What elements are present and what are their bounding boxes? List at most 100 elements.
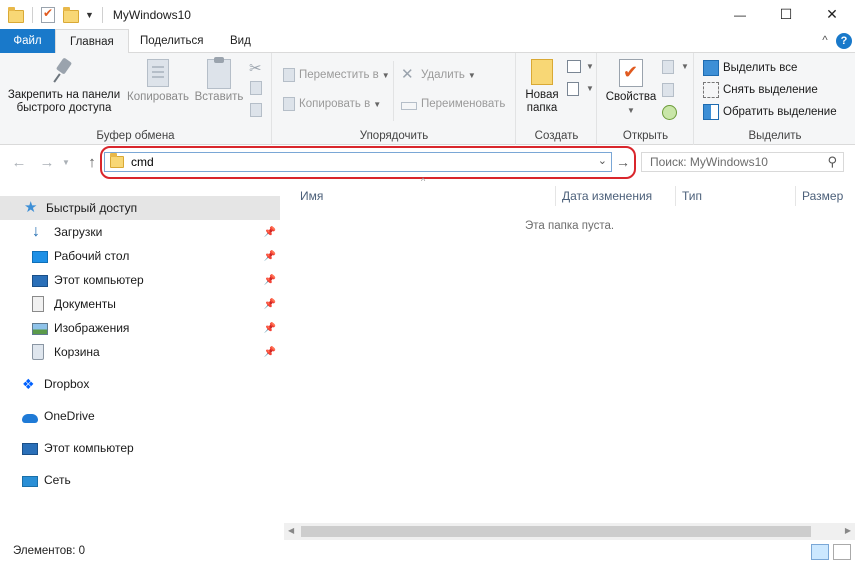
select-all-button[interactable]: Выделить все	[703, 58, 797, 78]
back-button[interactable]: ←	[9, 153, 29, 173]
pin-icon[interactable]: 📌	[264, 299, 276, 310]
customize-quick-access-icon[interactable]: ▼	[85, 10, 94, 20]
close-button[interactable]: ✕	[809, 0, 855, 29]
forward-button[interactable]: →	[37, 153, 57, 173]
arrow-right-icon: →	[39, 154, 55, 171]
properties-quick-icon[interactable]: ✔	[41, 6, 55, 23]
group-label-open: Открыть	[622, 130, 669, 142]
select-none-label: Снять выделение	[723, 84, 818, 96]
minimize-button[interactable]: —	[717, 0, 763, 29]
new-item-dropdown-icon[interactable]: ▼	[586, 62, 594, 71]
ribbon-tabs: Файл Главная Поделиться Вид ^ ?	[0, 29, 855, 54]
recycle-bin-icon	[32, 344, 44, 360]
group-open: Свойства ▼ ▼ Открыть	[598, 53, 694, 145]
sort-arrow-icon: ^	[421, 176, 426, 186]
rename-button[interactable]: Переименовать	[401, 94, 505, 114]
desktop-icon	[32, 251, 48, 263]
pin-label-line1: Закрепить на панели	[7, 89, 121, 101]
new-item-icon[interactable]	[567, 60, 581, 73]
copy-icon	[147, 59, 169, 87]
column-header-size[interactable]: Размер	[796, 186, 855, 206]
separator	[32, 6, 33, 23]
nav-item-recycle-bin[interactable]: Корзина 📌	[0, 340, 280, 364]
group-select: Выделить все Снять выделение Обратить вы…	[695, 53, 855, 145]
collapse-ribbon-icon[interactable]: ^	[816, 29, 834, 53]
nav-item-quick-access[interactable]: ★ Быстрый доступ	[0, 196, 280, 220]
search-placeholder: Поиск: MyWindows10	[650, 155, 768, 169]
nav-label: Рабочий стол	[54, 249, 130, 263]
scrollbar-thumb[interactable]	[301, 526, 811, 537]
up-button[interactable]: ↑	[82, 153, 102, 173]
nav-item-onedrive[interactable]: OneDrive	[0, 404, 280, 428]
open-dropdown-icon[interactable]: ▼	[681, 62, 689, 71]
search-input[interactable]: Поиск: MyWindows10 ⚲	[641, 152, 844, 172]
history-icon[interactable]	[662, 105, 677, 120]
help-icon[interactable]: ?	[836, 33, 852, 49]
nav-item-desktop[interactable]: Рабочий стол 📌	[0, 244, 280, 268]
copy-path-icon[interactable]	[250, 81, 262, 95]
arrow-left-icon: ←	[11, 154, 27, 171]
large-icons-view-button[interactable]	[833, 544, 851, 560]
select-none-button[interactable]: Снять выделение	[703, 80, 818, 100]
pin-quick-access-button[interactable]: Закрепить на панели быстрого доступа	[4, 59, 124, 115]
scroll-left-icon[interactable]: ◀	[288, 526, 294, 535]
tab-file[interactable]: Файл	[0, 29, 55, 53]
easy-access-icon[interactable]	[567, 82, 579, 96]
pin-icon[interactable]: 📌	[264, 347, 276, 358]
nav-item-documents[interactable]: Документы 📌	[0, 292, 280, 316]
pin-icon[interactable]: 📌	[264, 275, 276, 286]
nav-item-this-pc-quick[interactable]: Этот компьютер 📌	[0, 268, 280, 292]
new-folder-quick-icon[interactable]	[63, 6, 79, 23]
select-all-icon	[703, 60, 719, 76]
easy-access-dropdown-icon[interactable]: ▼	[586, 84, 594, 93]
properties-button[interactable]: Свойства ▼	[603, 59, 659, 117]
new-folder-label-line1: Новая	[525, 89, 559, 101]
maximize-button[interactable]: ☐	[763, 0, 809, 29]
invert-selection-button[interactable]: Обратить выделение	[703, 102, 837, 122]
tab-share[interactable]: Поделиться	[126, 29, 218, 53]
cut-icon[interactable]: ✂	[249, 59, 262, 77]
rename-icon	[401, 102, 417, 110]
edit-icon[interactable]	[662, 83, 674, 97]
paste-button[interactable]: Вставить	[192, 57, 246, 104]
horizontal-scrollbar[interactable]: ◀ ▶	[284, 523, 855, 540]
move-to-icon	[283, 68, 295, 82]
scroll-right-icon[interactable]: ▶	[845, 526, 851, 535]
details-view-button[interactable]	[811, 544, 829, 560]
copy-button[interactable]: Копировать	[124, 59, 192, 104]
nav-item-pictures[interactable]: Изображения 📌	[0, 316, 280, 340]
copy-to-button[interactable]: Копировать в ▼	[283, 94, 381, 114]
nav-item-dropbox[interactable]: ❖ Dropbox	[0, 372, 280, 396]
open-icon[interactable]	[662, 60, 674, 74]
column-header-name[interactable]: Имя	[284, 186, 556, 206]
copy-to-label: Копировать в	[299, 98, 371, 110]
ribbon: Закрепить на панели быстрого доступа Коп…	[0, 53, 855, 145]
delete-button[interactable]: ✕ Удалить ▼	[401, 65, 476, 85]
chevron-down-icon: ▼	[62, 158, 70, 167]
paste-icon	[207, 57, 231, 89]
invert-selection-icon	[703, 104, 719, 120]
pin-icon[interactable]: 📌	[264, 323, 276, 334]
group-label-new: Создать	[534, 130, 579, 142]
tab-home[interactable]: Главная	[55, 29, 129, 54]
column-header-type[interactable]: Тип	[676, 186, 796, 206]
column-header-date[interactable]: Дата изменения	[556, 186, 676, 206]
tab-view[interactable]: Вид	[216, 29, 265, 53]
dropbox-icon: ❖	[22, 376, 35, 392]
nav-item-downloads[interactable]: ↓ Загрузки 📌	[0, 220, 280, 244]
maximize-icon: ☐	[779, 6, 793, 22]
move-to-button[interactable]: Переместить в ▼	[283, 65, 390, 85]
pin-icon[interactable]: 📌	[264, 251, 276, 262]
recent-locations-button[interactable]: ▼	[60, 153, 72, 173]
network-icon	[22, 475, 38, 487]
onedrive-icon	[22, 413, 38, 423]
paste-shortcut-icon[interactable]	[250, 103, 262, 117]
nav-label: Изображения	[54, 321, 130, 335]
pin-icon[interactable]: 📌	[264, 227, 276, 238]
nav-item-this-pc[interactable]: Этот компьютер	[0, 436, 280, 460]
nav-label: Документы	[54, 297, 116, 311]
nav-item-network[interactable]: Сеть	[0, 468, 280, 492]
star-icon: ★	[24, 199, 38, 216]
search-icon[interactable]: ⚲	[827, 154, 837, 170]
new-folder-button[interactable]: Новая папка	[521, 59, 563, 115]
